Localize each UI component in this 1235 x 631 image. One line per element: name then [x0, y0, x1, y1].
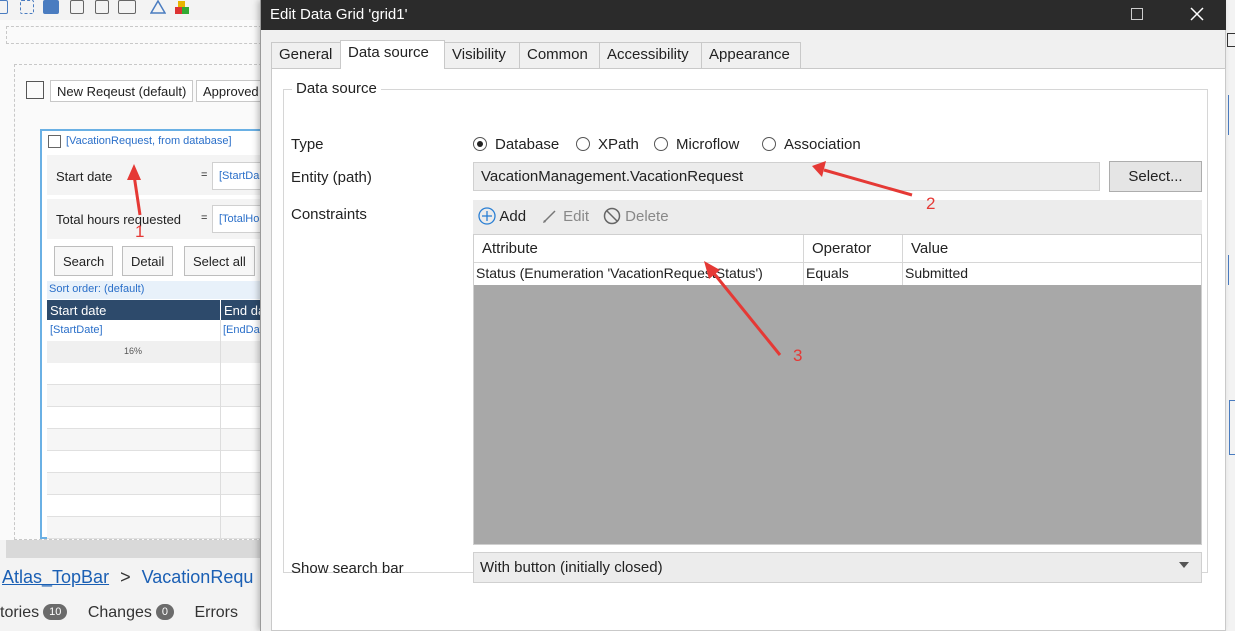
- annotation-arrow-1: [127, 164, 142, 216]
- tab-data-source[interactable]: Data source: [340, 40, 445, 69]
- annotation-arrow-2: [812, 161, 913, 197]
- annotation-layer: [127, 161, 913, 356]
- annotation-arrow-3: [704, 261, 782, 356]
- annotation-label-1: 1: [135, 222, 145, 241]
- annotation-label-3: 3: [793, 346, 803, 365]
- annotation-label-2: 2: [926, 194, 936, 213]
